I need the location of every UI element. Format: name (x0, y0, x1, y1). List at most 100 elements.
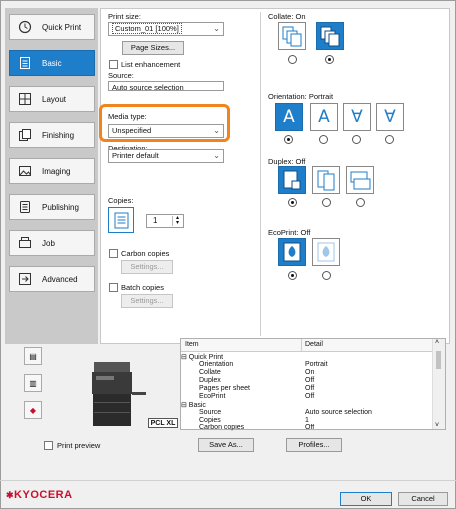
publishing-icon (16, 199, 34, 215)
copies-value: 1 (153, 216, 158, 225)
portrait-radio[interactable] (284, 135, 293, 144)
orientation-landscape-option[interactable]: A (310, 103, 338, 131)
page-view-button[interactable]: ▥ (24, 374, 42, 392)
duplex-long-edge-radio[interactable] (322, 198, 331, 207)
sidebar-item-layout[interactable]: Layout (9, 86, 95, 112)
kyocera-mark-icon: ✱ (6, 490, 15, 500)
landscape-radio[interactable] (319, 135, 328, 144)
print-size-dropdown[interactable]: Custom_01 [100%] ⌄ (108, 22, 224, 36)
ecoprint-on-radio[interactable] (322, 271, 331, 280)
page-icon: ▥ (29, 378, 37, 388)
imaging-icon (16, 163, 34, 179)
sidebar: Quick Print Basic Layout Finishing Imagi… (5, 8, 98, 344)
print-size-value: Custom_01 [100%] (112, 23, 182, 34)
scroll-down-icon[interactable]: ˅ (435, 422, 439, 429)
list-enhancement-checkbox[interactable] (109, 60, 118, 69)
printer-icon: ▤ (29, 351, 37, 361)
source-value: Auto source selection (112, 83, 184, 91)
profiles-button[interactable]: Profiles... (286, 438, 342, 452)
print-size-label: Print size: (108, 12, 141, 21)
rotated-portrait-radio[interactable] (352, 135, 361, 144)
ecoprint-label: EcoPrint: Off (268, 228, 311, 237)
ecoprint-off-radio[interactable] (288, 271, 297, 280)
job-icon (16, 235, 34, 251)
sidebar-item-label: Advanced (42, 274, 78, 284)
portrait-glyph: A (283, 107, 295, 127)
sidebar-item-advanced[interactable]: Advanced (9, 266, 95, 292)
sidebar-item-label: Job (42, 238, 55, 248)
page-sizes-button[interactable]: Page Sizes... (122, 41, 184, 55)
carbon-copies-label: Carbon copies (121, 249, 170, 258)
sidebar-item-job[interactable]: Job (9, 230, 95, 256)
duplex-label: Duplex: Off (268, 157, 306, 166)
batch-settings-button[interactable]: Settings... (121, 294, 173, 308)
print-preview-checkbox[interactable] (44, 441, 53, 450)
destination-dropdown[interactable]: Printer default ⌄ (108, 149, 224, 163)
summary-scrollbar[interactable]: ˄ ˅ (432, 339, 445, 429)
collate-on-option[interactable] (316, 22, 344, 50)
summary-header: Item Detail (181, 339, 433, 352)
color-icon: ◆ (29, 405, 37, 415)
basic-icon (16, 55, 34, 71)
media-type-dropdown[interactable]: Unspecified ⌄ (108, 124, 224, 138)
stepper-arrows-icon[interactable]: ▴ ▾ (172, 215, 182, 226)
batch-copies-checkbox[interactable] (109, 283, 118, 292)
sidebar-item-imaging[interactable]: Imaging (9, 158, 95, 184)
source-dropdown[interactable]: Auto source selection (108, 81, 224, 91)
destination-value: Printer default (112, 151, 159, 160)
settings-summary-table: Item Detail ⊟ Quick Print Orientation Por… (180, 338, 446, 431)
copies-stepper[interactable]: 1 ▴ ▾ (146, 214, 184, 228)
sidebar-item-label: Publishing (42, 202, 79, 212)
column-item-header: Item (185, 341, 199, 348)
ok-button[interactable]: OK (340, 492, 392, 506)
orientation-portrait-option[interactable]: A (275, 103, 303, 131)
chevron-down-icon: ⌄ (213, 24, 220, 33)
sidebar-item-finishing[interactable]: Finishing (9, 122, 95, 148)
landscape-glyph: A (318, 107, 330, 127)
sidebar-item-label: Quick Print (42, 22, 82, 32)
list-enhancement-label: List enhancement (121, 60, 181, 69)
duplex-off-option[interactable] (278, 166, 306, 194)
rotated-landscape-radio[interactable] (385, 135, 394, 144)
chevron-down-icon: ⌄ (213, 151, 220, 160)
duplex-long-edge-option[interactable] (312, 166, 340, 194)
batch-copies-label: Batch copies (121, 283, 164, 292)
sidebar-item-quick-print[interactable]: Quick Print (9, 14, 95, 40)
sidebar-item-basic[interactable]: Basic (9, 50, 95, 76)
save-as-button[interactable]: Save As... (198, 438, 254, 452)
print-preview-label: Print preview (57, 441, 101, 450)
collate-off-option[interactable] (278, 22, 306, 50)
collate-on-radio[interactable] (325, 55, 334, 64)
finishing-icon (16, 127, 34, 143)
ecoprint-off-option[interactable] (278, 238, 306, 266)
clock-icon (16, 19, 34, 35)
orientation-rotated-landscape-option[interactable]: ∀ (376, 103, 404, 131)
media-type-value: Unspecified (112, 126, 152, 135)
column-detail-header: Detail (305, 341, 323, 348)
duplex-short-edge-radio[interactable] (356, 198, 365, 207)
sidebar-item-label: Imaging (42, 166, 71, 176)
printer-view-button[interactable]: ▤ (24, 347, 42, 365)
color-view-button[interactable]: ◆ (24, 401, 42, 419)
duplex-off-radio[interactable] (288, 198, 297, 207)
copies-icon (108, 207, 134, 233)
advanced-icon (16, 271, 34, 287)
scroll-up-icon[interactable]: ˄ (435, 339, 439, 346)
orientation-rotated-portrait-option[interactable]: ∀ (343, 103, 371, 131)
media-type-label: Media type: (108, 112, 147, 121)
sidebar-item-label: Finishing (42, 130, 75, 140)
footer-divider (0, 480, 456, 481)
sidebar-item-publishing[interactable]: Publishing (9, 194, 95, 220)
rotated-landscape-glyph: ∀ (384, 107, 396, 127)
layout-icon (16, 91, 34, 107)
carbon-copies-checkbox[interactable] (109, 249, 118, 258)
ecoprint-on-option[interactable] (312, 238, 340, 266)
cancel-button[interactable]: Cancel (398, 492, 448, 506)
rotated-portrait-glyph: ∀ (351, 107, 363, 127)
kyocera-logo: ✱KYOCERA (6, 489, 73, 501)
duplex-short-edge-option[interactable] (346, 166, 374, 194)
carbon-settings-button[interactable]: Settings... (121, 260, 173, 274)
source-label: Source: (108, 71, 134, 80)
scroll-thumb[interactable] (436, 351, 441, 369)
collate-off-radio[interactable] (288, 55, 297, 64)
